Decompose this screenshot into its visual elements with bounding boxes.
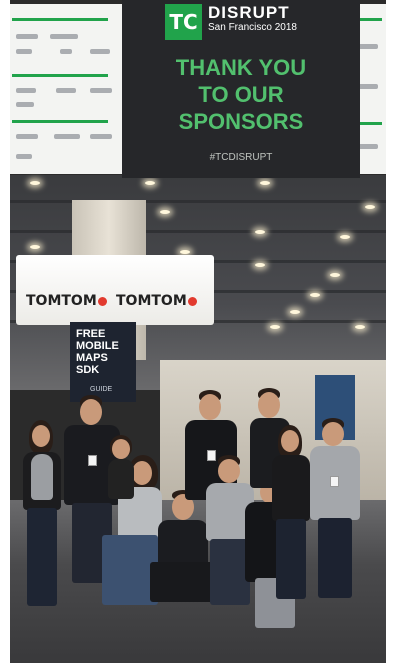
tomtom-logo-right: TOMTOM <box>116 293 197 309</box>
sponsor-thank-you-banner: TC DISRUPT San Francisco 2018 THANK YOU … <box>122 0 360 178</box>
event-name: DISRUPT <box>208 3 290 22</box>
conference-group-photo: TC DISRUPT San Francisco 2018 THANK YOU … <box>10 0 386 663</box>
banner-line-3: SPONSORS <box>178 109 304 134</box>
techcrunch-logo: TC <box>165 4 202 40</box>
banner-line-2: TO OUR <box>198 82 284 107</box>
tomtom-logo-left: TOMTOM <box>26 293 107 309</box>
event-location: San Francisco 2018 <box>208 22 297 33</box>
panel-text: FREE MOBILE MAPS SDK <box>76 328 119 376</box>
free-maps-sdk-panel: FREE MOBILE MAPS SDK GUIDE <box>70 322 136 402</box>
banner-line-1: THANK YOU <box>175 55 307 80</box>
panel-caption: GUIDE <box>90 386 113 393</box>
event-hashtag: #TCDISRUPT <box>209 152 273 163</box>
tomtom-kiosk-sign: TOMTOM TOMTOM <box>16 255 214 325</box>
sponsor-logo-board-left <box>10 4 125 174</box>
